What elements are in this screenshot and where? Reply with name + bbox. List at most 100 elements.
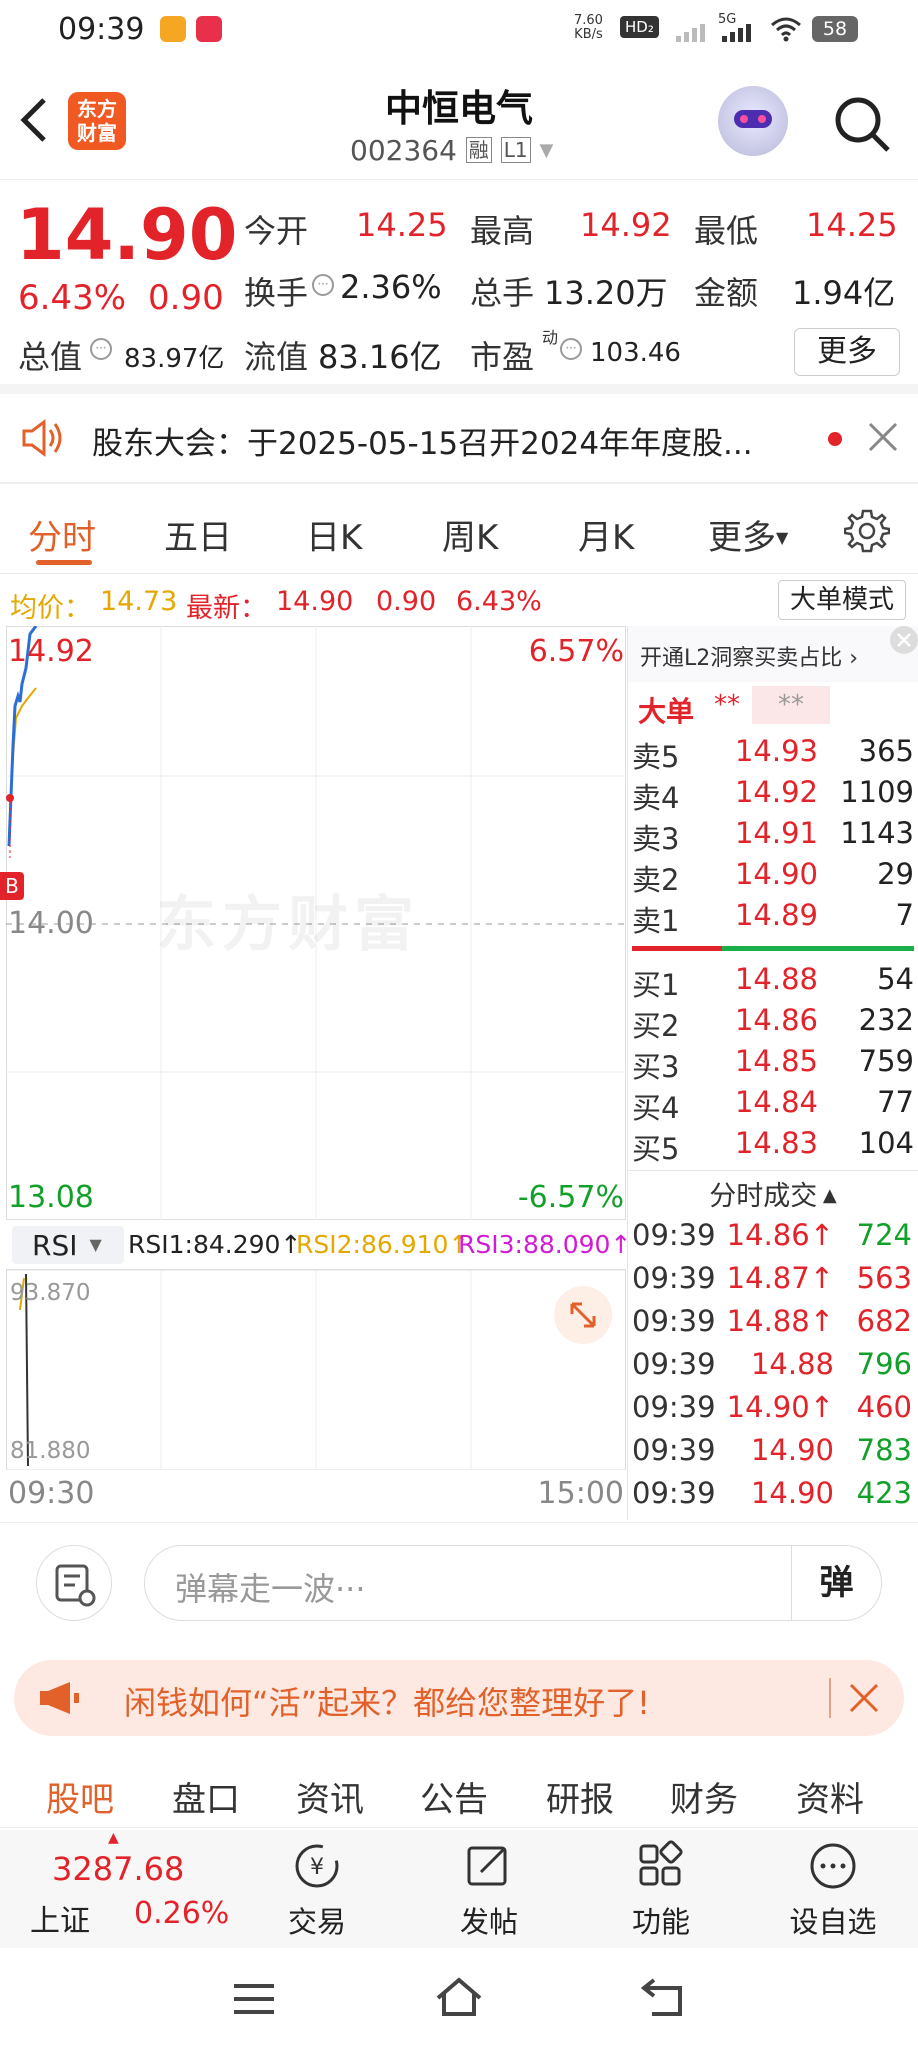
turnover-label: 换手: [244, 274, 309, 312]
edit-icon: [467, 1846, 507, 1886]
more-button[interactable]: 更多: [794, 328, 900, 376]
close-icon[interactable]: [890, 626, 918, 654]
big-order-label: 大单: [638, 695, 695, 728]
latest-pct: 6.43%: [456, 586, 542, 617]
buy-marker[interactable]: B: [0, 872, 24, 900]
content-tabs: 股吧 盘口 资讯 公告 研报 财务 资料: [0, 1752, 918, 1828]
danmu-icon[interactable]: 弹: [791, 1546, 881, 1620]
danmu-settings-icon[interactable]: [36, 1545, 112, 1621]
change-pct: 6.43%: [18, 278, 127, 318]
divider: [628, 1170, 918, 1171]
search-icon[interactable]: [832, 94, 892, 154]
level-badge: L1: [500, 137, 531, 163]
nav-bar: 东方 财富 中恒电气 002364 融 L1 ▼: [0, 60, 918, 180]
ratio-bar-buy: [722, 946, 914, 951]
megaphone-icon: [36, 1680, 80, 1716]
y-axis-mid: 14.00: [8, 906, 94, 941]
sort-icon: ▲: [817, 1185, 837, 1206]
close-icon[interactable]: [848, 1682, 880, 1714]
dock-trade[interactable]: ¥ 交易: [252, 1840, 382, 1941]
dock-functions[interactable]: 功能: [596, 1840, 726, 1941]
trade-icon: ¥: [295, 1844, 339, 1888]
more-dots-icon: [810, 1843, 856, 1889]
rsi-chart[interactable]: 93.870 81.880: [6, 1270, 626, 1470]
latest-change: 0.90: [376, 586, 437, 617]
bid-row-3[interactable]: 买3 14.85 759: [628, 1044, 918, 1085]
tab-announcements[interactable]: 公告: [420, 1772, 488, 1821]
rsi2-value: RSI2:86.910↑: [296, 1230, 470, 1259]
tab-weekly-k[interactable]: 周K: [442, 510, 498, 559]
high-value: 14.92: [580, 206, 672, 244]
intraday-chart[interactable]: 东方财富 14.92 14.00 13.08 6.57% -6.57% B: [0, 626, 626, 1220]
big-order-mode-button[interactable]: 大单模式: [778, 580, 906, 620]
trade-row: 09:39 14.88↑ 682: [632, 1304, 912, 1338]
bid-row-5[interactable]: 买5 14.83 104: [628, 1126, 918, 1167]
tab-intraday[interactable]: 分时: [28, 510, 96, 559]
back-nav-icon[interactable]: [640, 1976, 686, 2018]
notice-text: 股东大会：于2025-05-15召开2024年年度股...: [92, 426, 753, 462]
bid-row-2[interactable]: 买2 14.86 232: [628, 1003, 918, 1044]
tab-daily-k[interactable]: 日K: [306, 510, 362, 559]
bottom-dock: ▲ 3287.68 上证 0.26% ¥ 交易 发帖 功能 设自选: [0, 1830, 918, 1948]
ad-banner[interactable]: 闲钱如何“活”起来？都给您整理好了!: [14, 1660, 904, 1736]
dock-post[interactable]: 发帖: [424, 1840, 554, 1941]
volume-value: 13.20万: [544, 274, 668, 312]
bid-row-1[interactable]: 买1 14.88 54: [628, 962, 918, 1003]
tab-financials[interactable]: 财务: [670, 1772, 738, 1821]
ask-row-1[interactable]: 卖1 14.89 7: [628, 898, 918, 939]
robot-avatar[interactable]: [718, 86, 788, 156]
index-pct: 0.26%: [134, 1896, 230, 1931]
net-speed: 7.60: [574, 13, 603, 28]
index-widget[interactable]: ▲ 3287.68 上证 0.26%: [0, 1830, 240, 1948]
stock-code-row[interactable]: 002364 融 L1 ▼: [350, 134, 553, 167]
net-speed-unit: KB/s: [574, 27, 603, 42]
quote-panel: 14.90 6.43% 0.90 今开 14.25 最高 14.92 最低 14…: [0, 180, 918, 394]
hd-badge: HD₂: [620, 16, 659, 38]
ask-row-2[interactable]: 卖2 14.90 29: [628, 857, 918, 898]
trade-row: 09:39 14.86↑ 724: [632, 1218, 912, 1252]
pct-axis-min: -6.57%: [517, 1180, 624, 1215]
trade-row: 09:39 14.87↑ 563: [632, 1261, 912, 1295]
comment-input[interactable]: 弹幕走一波··· 弹: [144, 1545, 882, 1621]
ask-row-5[interactable]: 卖5 14.93 365: [628, 734, 918, 775]
tab-more[interactable]: 更多▼: [708, 510, 788, 559]
tab-pankou[interactable]: 盘口: [172, 1772, 240, 1821]
home-icon[interactable]: [434, 1976, 484, 2020]
time-end: 15:00: [537, 1476, 624, 1511]
close-icon[interactable]: [866, 420, 900, 454]
ask-row-4[interactable]: 卖4 14.92 1109: [628, 775, 918, 816]
up-arrow-icon: ▲: [108, 1830, 119, 1846]
volume-label: 总手: [470, 274, 535, 312]
ask-row-3[interactable]: 卖3 14.91 1143: [628, 816, 918, 857]
tab-monthly-k[interactable]: 月K: [578, 510, 634, 559]
status-bar: 09:39 7.60 KB/s HD₂ 5G 58: [0, 0, 918, 60]
bid-row-4[interactable]: 买4 14.84 77: [628, 1085, 918, 1126]
info-icon[interactable]: ···: [560, 338, 582, 360]
expand-icon[interactable]: [554, 1286, 612, 1344]
tab-profile[interactable]: 资料: [796, 1772, 864, 1821]
info-icon[interactable]: ···: [90, 338, 112, 360]
app-notification-icon: [160, 16, 186, 42]
trades-header[interactable]: 分时成交 ▲: [628, 1174, 918, 1213]
settings-gear-icon[interactable]: [843, 508, 891, 554]
tab-research[interactable]: 研报: [546, 1772, 614, 1821]
tab-five-day[interactable]: 五日: [164, 510, 232, 559]
info-icon[interactable]: ···: [312, 274, 334, 296]
latest-label: 最新：: [186, 593, 267, 624]
tab-guba[interactable]: 股吧: [46, 1772, 114, 1821]
dock-add-watchlist[interactable]: 设自选: [768, 1840, 898, 1941]
mcap-value: 83.97亿: [124, 344, 225, 374]
menu-icon[interactable]: [232, 1982, 276, 2016]
l2-promo[interactable]: 开通L2洞察买卖占比 ›: [628, 626, 918, 682]
chart-info-line: 均价： 14.73 最新： 14.90 0.90 6.43% 大单模式: [0, 578, 918, 624]
trade-row: 09:39 14.88 796: [632, 1347, 912, 1381]
comment-placeholder: 弹幕走一波···: [175, 1570, 366, 1608]
high-label: 最高: [470, 212, 535, 250]
indicator-select[interactable]: RSI ▼: [12, 1226, 124, 1264]
divider: [829, 1678, 831, 1718]
low-value: 14.25: [806, 206, 898, 244]
notice-bar[interactable]: 股东大会：于2025-05-15召开2024年年度股...: [0, 394, 918, 484]
rsi-header: RSI ▼ RSI1:84.290↑ RSI2:86.910↑ RSI3:88.0…: [6, 1220, 631, 1270]
tab-news[interactable]: 资讯: [296, 1772, 364, 1821]
avg-value: 14.73: [100, 586, 178, 617]
